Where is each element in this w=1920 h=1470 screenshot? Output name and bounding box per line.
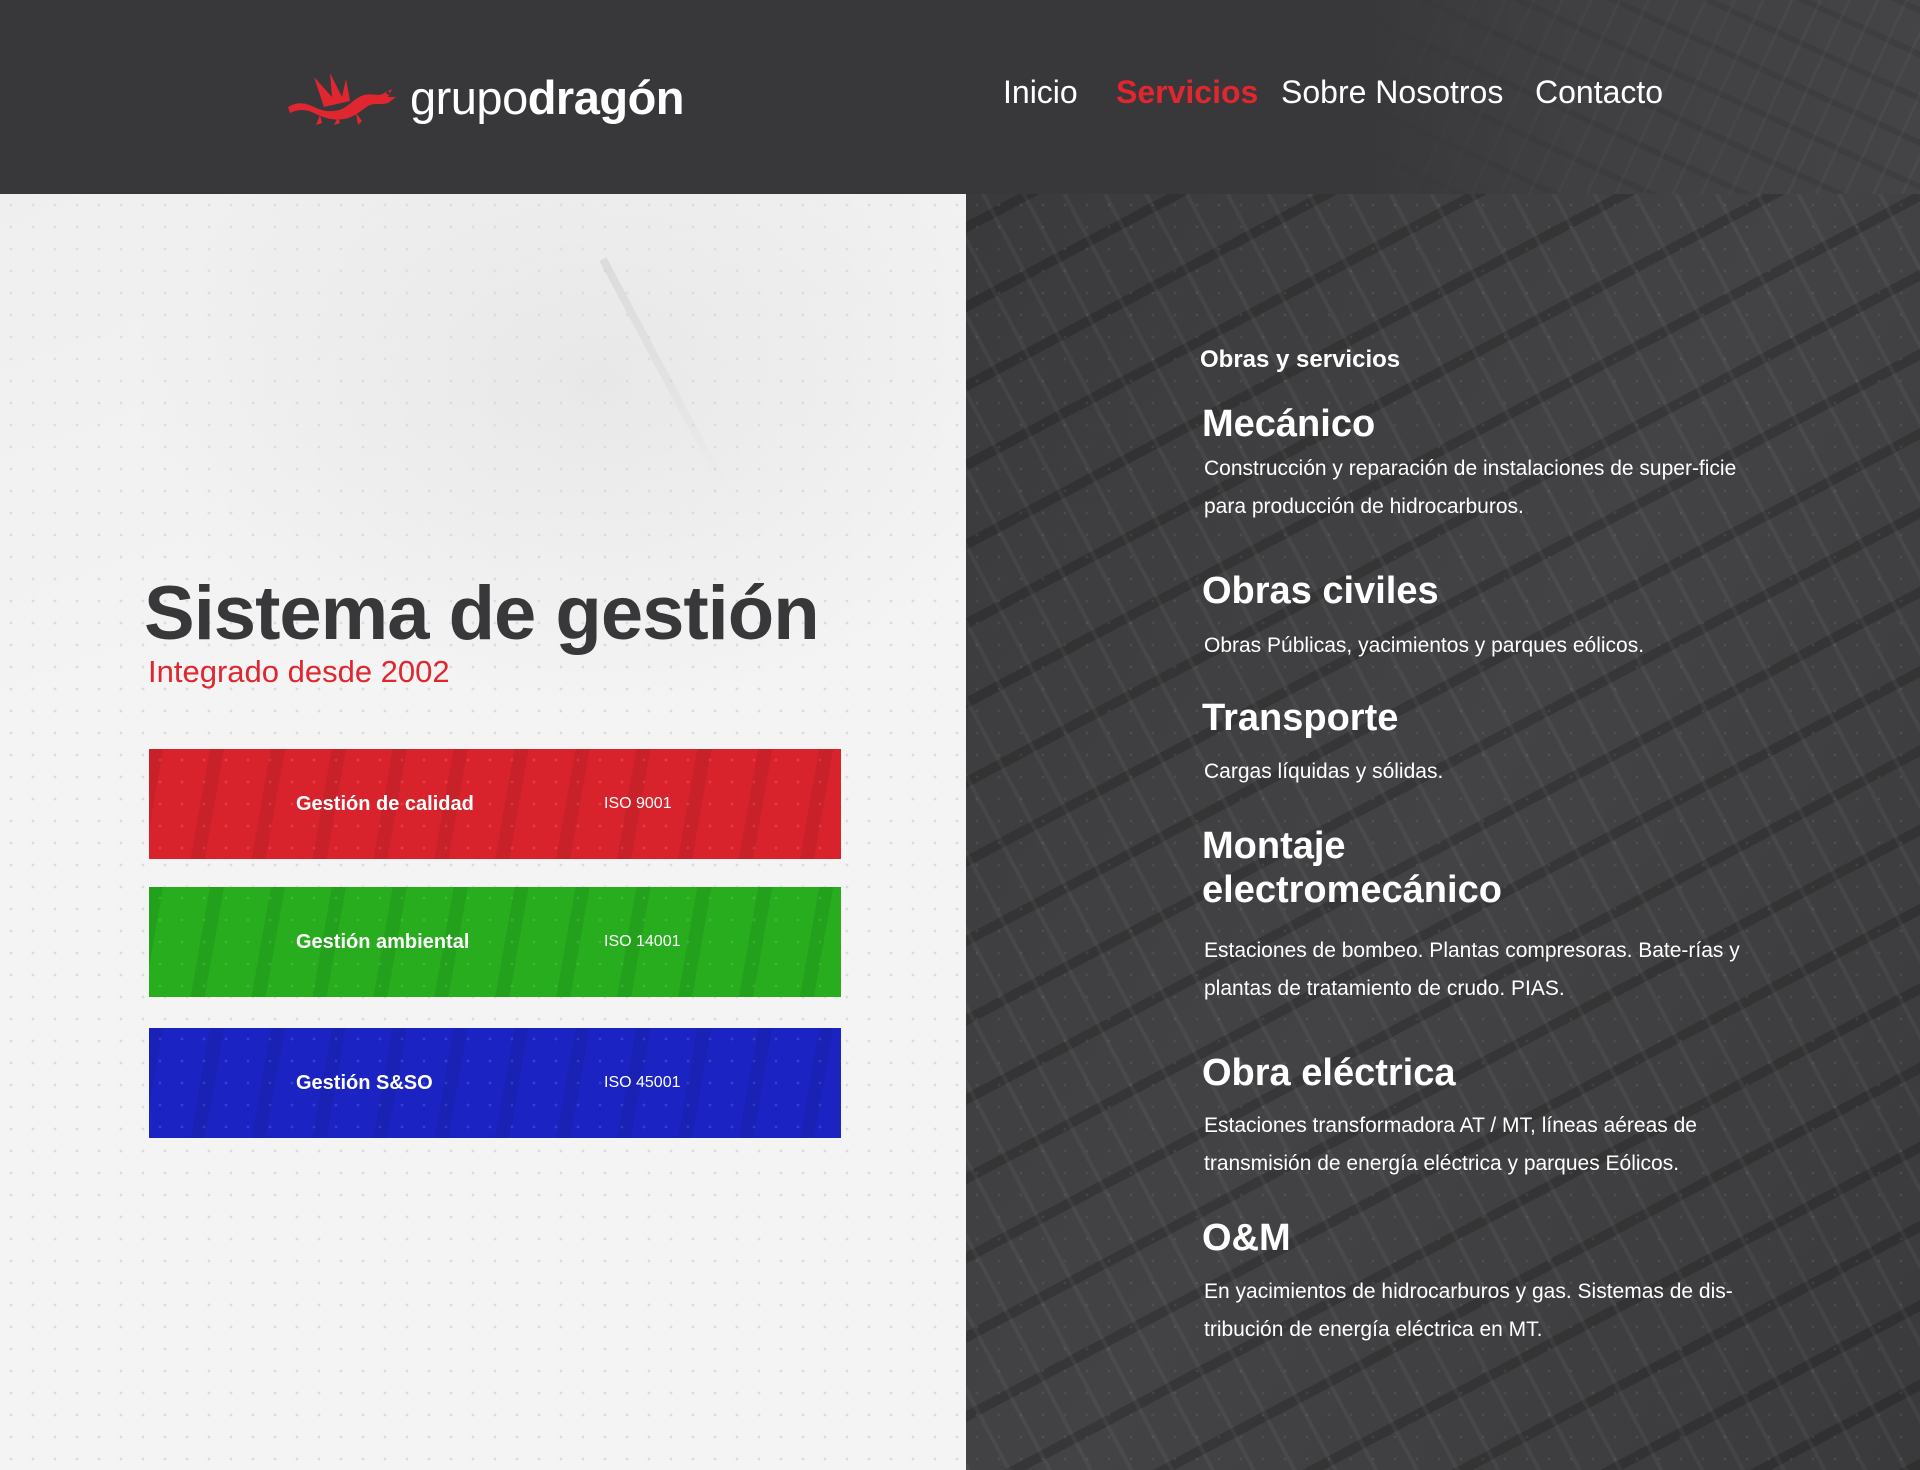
service-description: En yacimientos de hidrocarburos y gas. S… bbox=[1204, 1280, 1733, 1341]
iso-card-health-safety[interactable]: Gestión S&SO ISO 45001 bbox=[149, 1028, 841, 1138]
dragon-icon bbox=[288, 73, 396, 125]
iso-card-name: Gestión ambiental bbox=[296, 930, 470, 953]
service-title: Transporte bbox=[1202, 697, 1399, 739]
service-title: Montaje electromecánico bbox=[1202, 825, 1502, 911]
logo-text-bold: dragón bbox=[527, 70, 685, 124]
logo-text-light: grupo bbox=[410, 70, 528, 124]
iso-card-code: ISO 45001 bbox=[604, 1074, 681, 1091]
iso-card-code: ISO 9001 bbox=[604, 795, 672, 812]
services-panel: Obras y servicios Mecánico Construcción … bbox=[966, 194, 1920, 1470]
service-description: Cargas líquidas y sólidas. bbox=[1204, 760, 1444, 783]
site-header: grupodragón Inicio Servicios Sobre Nosot… bbox=[0, 0, 1920, 194]
iso-card-name: Gestión S&SO bbox=[296, 1071, 433, 1094]
service-description: Estaciones transformadora AT / MT, línea… bbox=[1204, 1114, 1697, 1175]
page-title: Sistema de gestión bbox=[144, 571, 820, 656]
logo[interactable]: grupodragón bbox=[284, 64, 685, 130]
management-system-panel: Sistema de gestión Integrado desde 2002 … bbox=[0, 194, 966, 1470]
service-description: Estaciones de bombeo. Plantas compresora… bbox=[1204, 939, 1740, 1000]
service-title: Mecánico bbox=[1202, 403, 1376, 445]
service-title: O&M bbox=[1202, 1217, 1291, 1259]
nav-link-sobre-nosotros[interactable]: Sobre Nosotros bbox=[1281, 74, 1503, 111]
service-description: Obras Públicas, yacimientos y parques eó… bbox=[1204, 634, 1645, 657]
iso-card-environmental[interactable]: Gestión ambiental ISO 14001 bbox=[149, 887, 841, 997]
page-subtitle: Integrado desde 2002 bbox=[148, 654, 450, 689]
nav-link-servicios[interactable]: Servicios bbox=[1116, 74, 1258, 111]
iso-card-code: ISO 14001 bbox=[604, 933, 681, 950]
logo-wordmark: grupodragón bbox=[410, 70, 685, 125]
nav-link-inicio[interactable]: Inicio bbox=[1003, 74, 1078, 111]
background-photo-writing-hand bbox=[0, 194, 966, 814]
iso-card-quality[interactable]: Gestión de calidad ISO 9001 bbox=[149, 749, 841, 859]
service-title: Obras civiles bbox=[1202, 570, 1439, 612]
service-title: Obra eléctrica bbox=[1202, 1052, 1456, 1094]
nav-link-contacto[interactable]: Contacto bbox=[1535, 74, 1663, 111]
iso-card-name: Gestión de calidad bbox=[296, 792, 474, 815]
services-eyebrow: Obras y servicios bbox=[1200, 346, 1401, 373]
service-description: Construcción y reparación de instalacion… bbox=[1204, 457, 1737, 518]
